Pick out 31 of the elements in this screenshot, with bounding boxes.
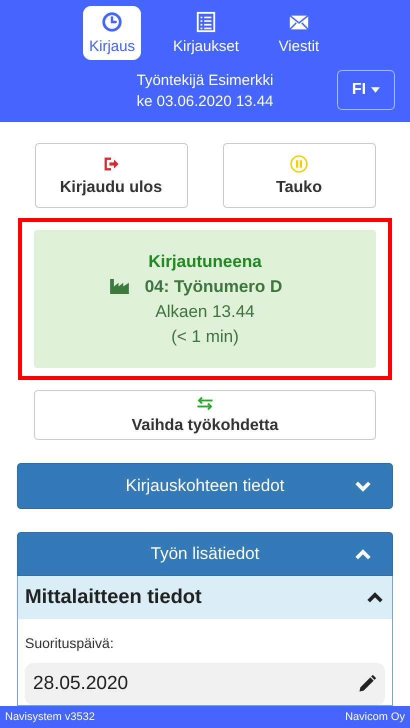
- clock-icon: [101, 11, 124, 33]
- version-text: Navisystem v3532: [5, 711, 95, 723]
- language-dropdown[interactable]: FI: [337, 70, 395, 110]
- action-button[interactable]: Tauko: [222, 143, 376, 208]
- section-header[interactable]: Mittalaitteen tiedot: [18, 576, 392, 619]
- logout-icon: [102, 154, 120, 172]
- chevron-icon: [354, 480, 372, 492]
- nav-tab[interactable]: Kirjaukset: [167, 6, 245, 60]
- status-title: Kirjautuneena: [148, 251, 262, 273]
- date-field[interactable]: 28.05.2020: [25, 663, 385, 705]
- current-datetime: ke 03.06.2020 13.44: [136, 92, 274, 112]
- chevron-icon: [354, 548, 372, 560]
- switch-button[interactable]: Vaihda työkohdetta: [34, 390, 376, 440]
- accordion-header[interactable]: Kirjauskohteen tiedot: [17, 463, 393, 509]
- pencil-icon: [357, 674, 377, 694]
- swap-arrows-icon: [196, 396, 214, 410]
- job-name: 04: Työnumero D: [144, 276, 282, 298]
- nav-tab[interactable]: Kirjaus: [83, 6, 141, 60]
- user-name: Työntekijä Esimerkki: [136, 71, 274, 91]
- pause-icon: [290, 154, 308, 172]
- factory-icon: [110, 279, 129, 294]
- nav-tab[interactable]: Viestit: [270, 6, 327, 60]
- duration: (< 1 min): [171, 326, 239, 348]
- action-button[interactable]: Kirjaudu ulos: [34, 143, 188, 208]
- accordion-header[interactable]: Työn lisätiedot: [17, 532, 393, 576]
- company-name: Navicom Oy: [345, 711, 405, 723]
- start-time: Alkaen 13.44: [155, 301, 255, 323]
- list-icon: [194, 11, 217, 33]
- caret-icon: [371, 87, 380, 93]
- chevron-icon: [366, 591, 384, 604]
- field-label: Suorituspäivä:: [25, 635, 114, 651]
